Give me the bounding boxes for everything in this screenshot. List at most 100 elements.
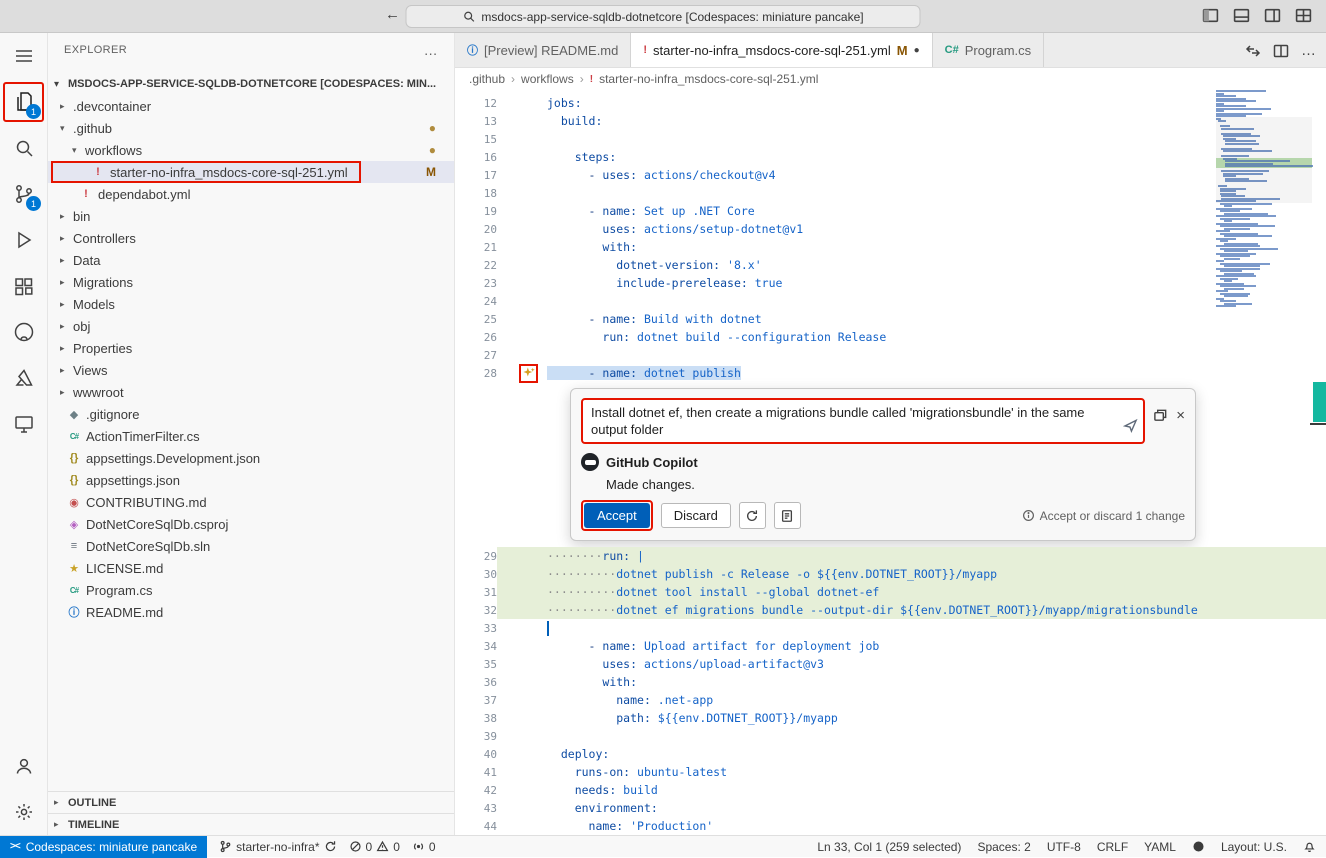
code-line[interactable]: 42 needs: build <box>455 781 1326 799</box>
tree-file-appsettings-development-json[interactable]: {}appsettings.Development.json <box>48 447 454 469</box>
tree-file-dependabot-yml[interactable]: !dependabot.yml <box>48 183 454 205</box>
tree-file-license-md[interactable]: ★LICENSE.md <box>48 557 454 579</box>
breadcrumb-item[interactable]: starter-no-infra_msdocs-core-sql-251.yml <box>599 72 818 86</box>
code-line[interactable]: 29········run: | <box>455 547 1326 565</box>
code-line[interactable]: 25 - name: Build with dotnet <box>455 310 1326 328</box>
extensions-icon[interactable] <box>0 263 47 309</box>
explorer-icon[interactable]: 1 <box>0 79 47 125</box>
code-line[interactable]: 31··········dotnet tool install --global… <box>455 583 1326 601</box>
tree-folder-migrations[interactable]: ▸Migrations <box>48 271 454 293</box>
tree-folder-controllers[interactable]: ▸Controllers <box>48 227 454 249</box>
eol-indicator[interactable]: CRLF <box>1097 840 1128 854</box>
outline-section[interactable]: ▸ OUTLINE <box>48 791 454 813</box>
keyboard-layout-indicator[interactable]: Layout: U.S. <box>1221 840 1287 854</box>
minimap-viewport[interactable] <box>1216 117 1312 203</box>
code-line[interactable]: 34 - name: Upload artifact for deploymen… <box>455 637 1326 655</box>
encoding-indicator[interactable]: UTF-8 <box>1047 840 1081 854</box>
language-indicator[interactable]: YAML <box>1144 840 1176 854</box>
code-line[interactable]: 13 build: <box>455 112 1326 130</box>
toggle-changes-icon[interactable] <box>774 502 801 529</box>
tree-file-dotnetcoresqldb-csproj[interactable]: ◈DotNetCoreSqlDb.csproj <box>48 513 454 535</box>
code-line[interactable]: 12jobs: <box>455 94 1326 112</box>
dirty-dot-icon[interactable]: ● <box>914 45 920 56</box>
code-line[interactable]: 32··········dotnet ef migrations bundle … <box>455 601 1326 619</box>
code-line[interactable]: 17 - uses: actions/checkout@v4 <box>455 166 1326 184</box>
explorer-root-folder[interactable]: ▾ MSDOCS-APP-SERVICE-SQLDB-DOTNETCORE [C… <box>48 73 454 95</box>
explorer-more-actions-icon[interactable]: … <box>424 42 438 58</box>
command-center-search[interactable]: msdocs-app-service-sqldb-dotnetcore [Cod… <box>406 5 921 28</box>
tree-file-appsettings-json[interactable]: {}appsettings.json <box>48 469 454 491</box>
code-line[interactable]: 22 dotnet-version: '8.x' <box>455 256 1326 274</box>
code-editor[interactable]: 12jobs:13 build:1516 steps:17 - uses: ac… <box>455 90 1326 835</box>
copilot-sparkle-icon[interactable] <box>519 364 538 383</box>
customize-layout-icon[interactable] <box>1295 7 1312 24</box>
code-line[interactable]: 16 steps: <box>455 148 1326 166</box>
tree-folder-data[interactable]: ▸Data <box>48 249 454 271</box>
ports-indicator[interactable]: 0 <box>412 840 436 854</box>
problems-indicator[interactable]: 0 0 <box>349 840 400 854</box>
send-icon[interactable] <box>1123 418 1138 437</box>
code-line[interactable]: 33 <box>455 619 1326 637</box>
source-control-icon[interactable]: 1 <box>0 171 47 217</box>
tree-file-program-cs[interactable]: C#Program.cs <box>48 579 454 601</box>
indentation-indicator[interactable]: Spaces: 2 <box>977 840 1030 854</box>
code-line[interactable]: 26 run: dotnet build --configuration Rel… <box>455 328 1326 346</box>
code-line[interactable]: 19 - name: Set up .NET Core <box>455 202 1326 220</box>
chat-view-icon[interactable] <box>1153 408 1168 426</box>
code-line[interactable]: 35 uses: actions/upload-artifact@v3 <box>455 655 1326 673</box>
tab-starter-no-infra-msdocs-core-sql-251-yml[interactable]: !starter-no-infra_msdocs-core-sql-251.ym… <box>631 33 932 67</box>
code-line[interactable]: 40 deploy: <box>455 745 1326 763</box>
remote-explorer-icon[interactable] <box>0 401 47 447</box>
minimap[interactable] <box>1216 90 1312 340</box>
toggle-panel-icon[interactable] <box>1233 7 1250 24</box>
code-line[interactable]: 38 path: ${{env.DOTNET_ROOT}}/myapp <box>455 709 1326 727</box>
code-line[interactable]: 24 <box>455 292 1326 310</box>
search-icon[interactable] <box>0 125 47 171</box>
account-icon[interactable] <box>0 743 47 789</box>
tab-program-cs[interactable]: C#Program.cs <box>933 33 1045 67</box>
github-icon[interactable] <box>0 309 47 355</box>
tree-folder-views[interactable]: ▸Views <box>48 359 454 381</box>
copilot-prompt-input[interactable]: Install dotnet ef, then create a migrati… <box>581 398 1145 444</box>
tree-folder-wwwroot[interactable]: ▸wwwroot <box>48 381 454 403</box>
menu-icon[interactable] <box>0 33 47 79</box>
tree-folder-models[interactable]: ▸Models <box>48 293 454 315</box>
azure-icon[interactable] <box>0 355 47 401</box>
code-line[interactable]: 43 environment: <box>455 799 1326 817</box>
tree-file-readme-md[interactable]: ⓘREADME.md <box>48 601 454 623</box>
tree-folder-workflows[interactable]: ▾workflows● <box>48 139 454 161</box>
open-changes-icon[interactable] <box>1245 43 1261 59</box>
tree-file-contributing-md[interactable]: ◉CONTRIBUTING.md <box>48 491 454 513</box>
tree-folder--github[interactable]: ▾.github● <box>48 117 454 139</box>
tree-folder-bin[interactable]: ▸bin <box>48 205 454 227</box>
code-line[interactable]: 15 <box>455 130 1326 148</box>
tab--preview-readme-md[interactable]: ⓘ[Preview] README.md <box>455 33 631 67</box>
close-icon[interactable]: × <box>1176 408 1185 423</box>
breadcrumb-item[interactable]: workflows <box>521 72 574 86</box>
code-line[interactable]: 37 name: .net-app <box>455 691 1326 709</box>
toggle-sidebar-icon[interactable] <box>1202 7 1219 24</box>
back-icon[interactable]: ← <box>385 6 400 23</box>
tree-file-actiontimerfilter-cs[interactable]: C#ActionTimerFilter.cs <box>48 425 454 447</box>
rerun-icon[interactable] <box>739 502 766 529</box>
github-indicator[interactable] <box>1192 840 1205 853</box>
tree-file--gitignore[interactable]: ◆.gitignore <box>48 403 454 425</box>
tree-file-starter-no-infra-msdocs-core-sql-251-yml[interactable]: !starter-no-infra_msdocs-core-sql-251.ym… <box>48 161 454 183</box>
split-editor-icon[interactable] <box>1273 43 1289 59</box>
toggle-secondary-sidebar-icon[interactable] <box>1264 7 1281 24</box>
code-line[interactable]: 28 - name: dotnet publish <box>455 364 1326 382</box>
accept-button[interactable]: Accept <box>584 503 650 528</box>
remote-indicator[interactable]: >< Codespaces: miniature pancake <box>0 836 207 858</box>
code-line[interactable]: 23 include-prerelease: true <box>455 274 1326 292</box>
code-line[interactable]: 21 with: <box>455 238 1326 256</box>
tree-folder--devcontainer[interactable]: ▸.devcontainer <box>48 95 454 117</box>
branch-indicator[interactable]: starter-no-infra* <box>219 840 336 854</box>
code-line[interactable]: 39 <box>455 727 1326 745</box>
run-debug-icon[interactable] <box>0 217 47 263</box>
code-line[interactable]: 44 name: 'Production' <box>455 817 1326 835</box>
settings-icon[interactable] <box>0 789 47 835</box>
more-actions-icon[interactable]: … <box>1301 42 1316 59</box>
timeline-section[interactable]: ▸ TIMELINE <box>48 813 454 835</box>
breadcrumb-item[interactable]: .github <box>469 72 505 86</box>
tree-file-dotnetcoresqldb-sln[interactable]: ≡DotNetCoreSqlDb.sln <box>48 535 454 557</box>
